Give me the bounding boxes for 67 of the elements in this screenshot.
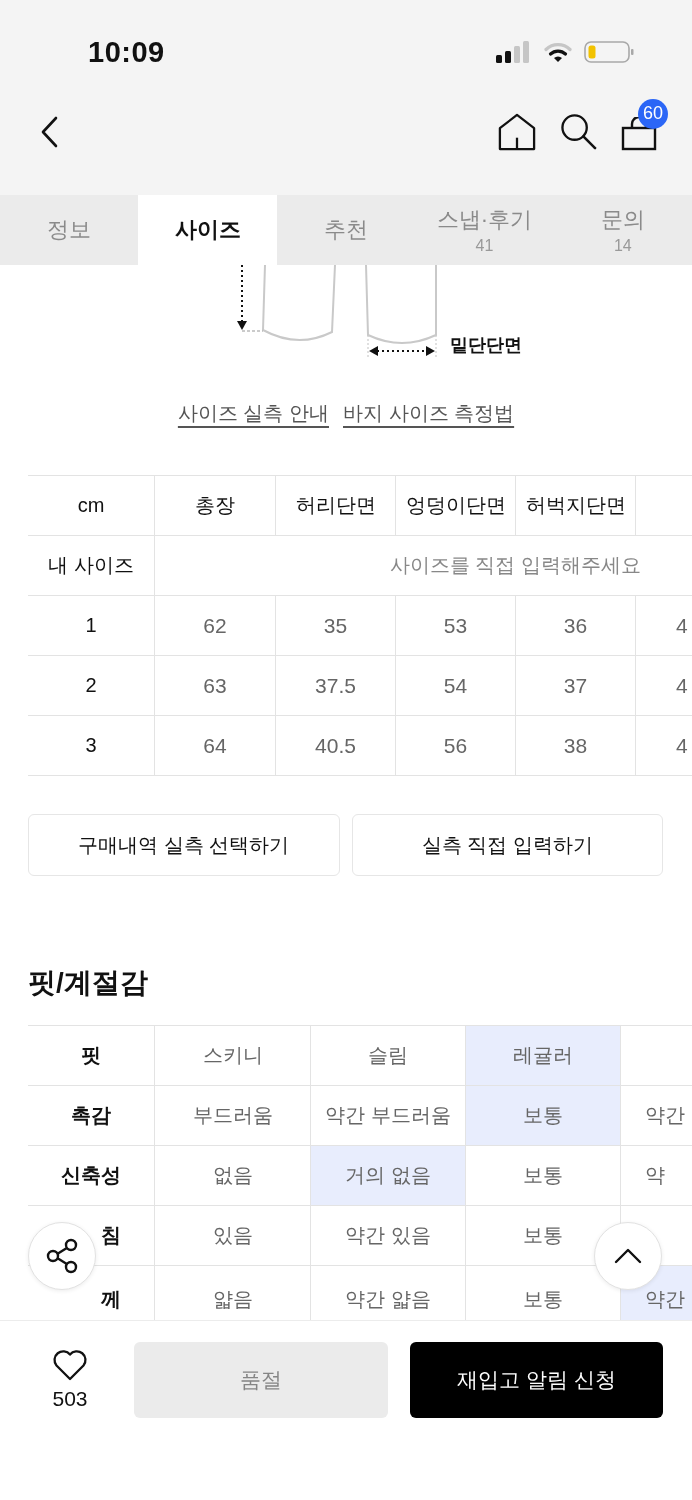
row-label: 침: [101, 1223, 121, 1248]
option-cell: 레귤러: [466, 1026, 621, 1086]
column-header: 허벅지단면: [516, 476, 636, 536]
back-icon[interactable]: [40, 115, 60, 148]
home-icon[interactable]: [498, 112, 536, 151]
option-cell: 약간: [621, 1086, 692, 1146]
option-cell: 약간 얇음: [311, 1266, 466, 1320]
row-header: 2: [28, 656, 155, 716]
row-label: 신축성: [61, 1163, 121, 1188]
row-label: 촉감: [71, 1103, 111, 1128]
size-guide-link[interactable]: 사이즈 실측 안내: [177, 399, 329, 427]
row-header: 1: [28, 596, 155, 656]
my-size-prompt[interactable]: 사이즈를 직접 입력해주세요: [155, 536, 692, 596]
size-guide-link[interactable]: 바지 사이즈 측정법: [343, 399, 515, 427]
table-cell: 38: [516, 716, 636, 776]
option-cell: 보통: [466, 1146, 621, 1206]
hem-width-arrow: [367, 334, 437, 358]
table-cell: 36: [516, 596, 636, 656]
status-time: 10:09: [88, 35, 165, 69]
option-cell: 스키니: [155, 1026, 311, 1086]
length-arrow: [237, 265, 264, 332]
battery-icon: [584, 41, 634, 63]
option-cell: 있음: [155, 1206, 311, 1266]
like-button[interactable]: 503: [28, 1342, 112, 1418]
heart-icon: [52, 1349, 88, 1381]
option-cell: 부드러움: [155, 1086, 311, 1146]
option-cell: 거의 없음: [311, 1146, 466, 1206]
tab-count: 14: [613, 237, 632, 255]
table-cell: 63: [155, 656, 276, 716]
share-button[interactable]: [28, 1222, 96, 1290]
table-cell: 37: [516, 656, 636, 716]
signal-icon: [496, 41, 532, 63]
manual-input-button[interactable]: 실측 직접 입력하기: [351, 814, 663, 876]
purchase-history-button[interactable]: 구매내역 실측 선택하기: [28, 814, 340, 876]
option-cell: 약간 있음: [311, 1206, 466, 1266]
table-cell: 4: [636, 656, 692, 716]
row-header: 내 사이즈: [28, 536, 155, 596]
table-cell: 35: [276, 596, 396, 656]
tab-count: 41: [475, 237, 494, 255]
diagram-label: 밑단단면: [450, 334, 522, 356]
unit-header: cm: [28, 476, 155, 536]
search-icon[interactable]: [560, 113, 597, 150]
column-header: 엉덩이단면: [396, 476, 516, 536]
table-cell: 56: [396, 716, 516, 776]
table-cell: 53: [396, 596, 516, 656]
row-label: 핏: [81, 1043, 101, 1068]
table-cell: 54: [396, 656, 516, 716]
section-title: 핏/계절감: [28, 966, 149, 1000]
table-cell: 4: [636, 596, 692, 656]
wifi-icon: [544, 41, 572, 63]
share-icon: [45, 1238, 79, 1274]
table-cell: 40.5: [276, 716, 396, 776]
table-cell: 62: [155, 596, 276, 656]
option-cell: 약: [621, 1146, 692, 1206]
option-cell: 얇음: [155, 1266, 311, 1320]
chevron-up-icon: [614, 1248, 642, 1264]
table-cell: 37.5: [276, 656, 396, 716]
column-header: 총장: [155, 476, 276, 536]
cart-count-badge: 60: [638, 98, 668, 129]
table-cell: 64: [155, 716, 276, 776]
tab[interactable]: 사이즈: [138, 195, 277, 265]
row-header: 3: [28, 716, 155, 776]
column-header: 허리단면: [276, 476, 396, 536]
option-cell: 보통: [466, 1086, 621, 1146]
table-cell: 4: [636, 716, 692, 776]
restock-alert-button[interactable]: 재입고 알림 신청: [410, 1342, 663, 1418]
row-label: 께: [101, 1286, 121, 1312]
